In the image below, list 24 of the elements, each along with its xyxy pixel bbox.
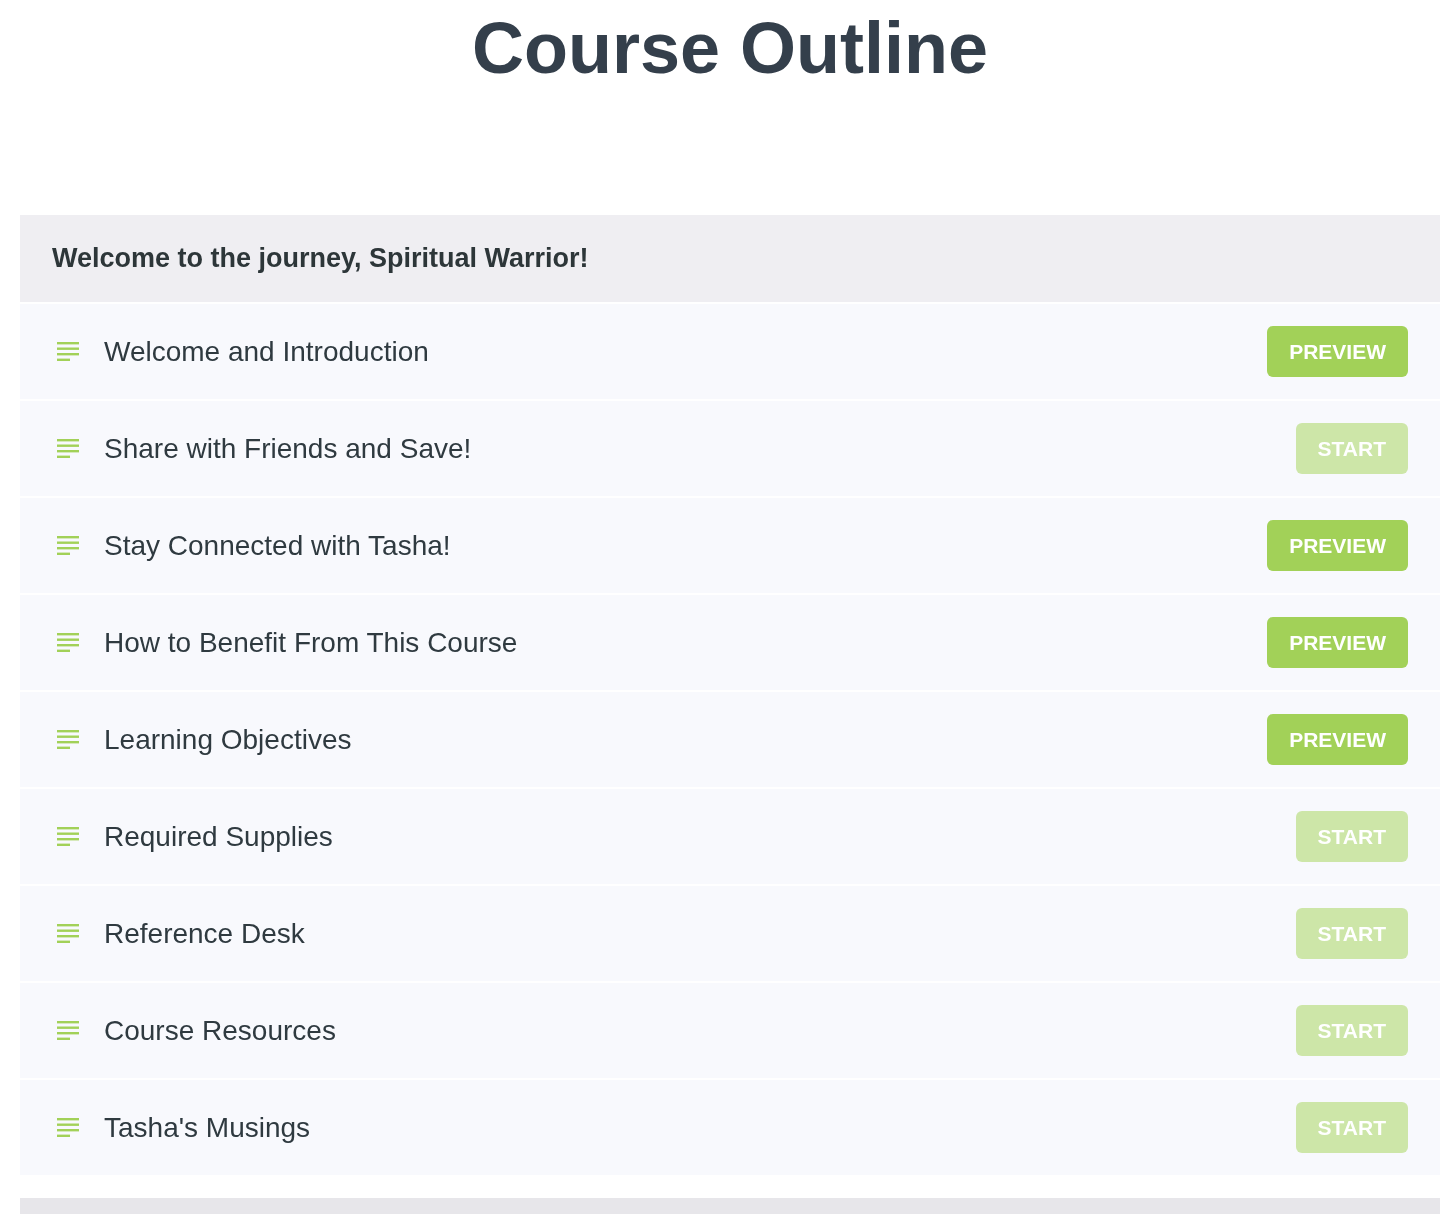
lesson-title: Tasha's Musings [104, 1111, 312, 1144]
text-lines-icon [57, 536, 79, 555]
lesson-title: Welcome and Introduction [104, 335, 430, 368]
text-lines-icon [57, 924, 79, 943]
lesson-row[interactable]: Stay Connected with Tasha! PREVIEW [20, 498, 1440, 593]
text-lines-icon [57, 827, 79, 846]
lesson-title: Stay Connected with Tasha! [104, 529, 452, 562]
text-lines-icon [57, 439, 79, 458]
text-lines-icon [57, 1021, 79, 1040]
text-lines-icon [57, 1118, 79, 1137]
lesson-title: Learning Objectives [104, 723, 353, 756]
lesson-row[interactable]: How to Benefit From This Course PREVIEW [20, 595, 1440, 690]
lesson-title: How to Benefit From This Course [104, 626, 519, 659]
text-lines-icon [57, 730, 79, 749]
lesson-title: Course Resources [104, 1014, 337, 1047]
lesson-title: Share with Friends and Save! [104, 432, 473, 465]
section-title: Welcome to the journey, Spiritual Warrior! [52, 243, 589, 274]
lesson-title: Reference Desk [104, 917, 306, 950]
lesson-row[interactable]: Learning Objectives PREVIEW [20, 692, 1440, 787]
lesson-row[interactable]: Welcome and Introduction PREVIEW [20, 304, 1440, 399]
lesson-title: Required Supplies [104, 820, 334, 853]
text-lines-icon [57, 633, 79, 652]
text-lines-icon [57, 342, 79, 361]
page-title: Course Outline [470, 7, 989, 90]
